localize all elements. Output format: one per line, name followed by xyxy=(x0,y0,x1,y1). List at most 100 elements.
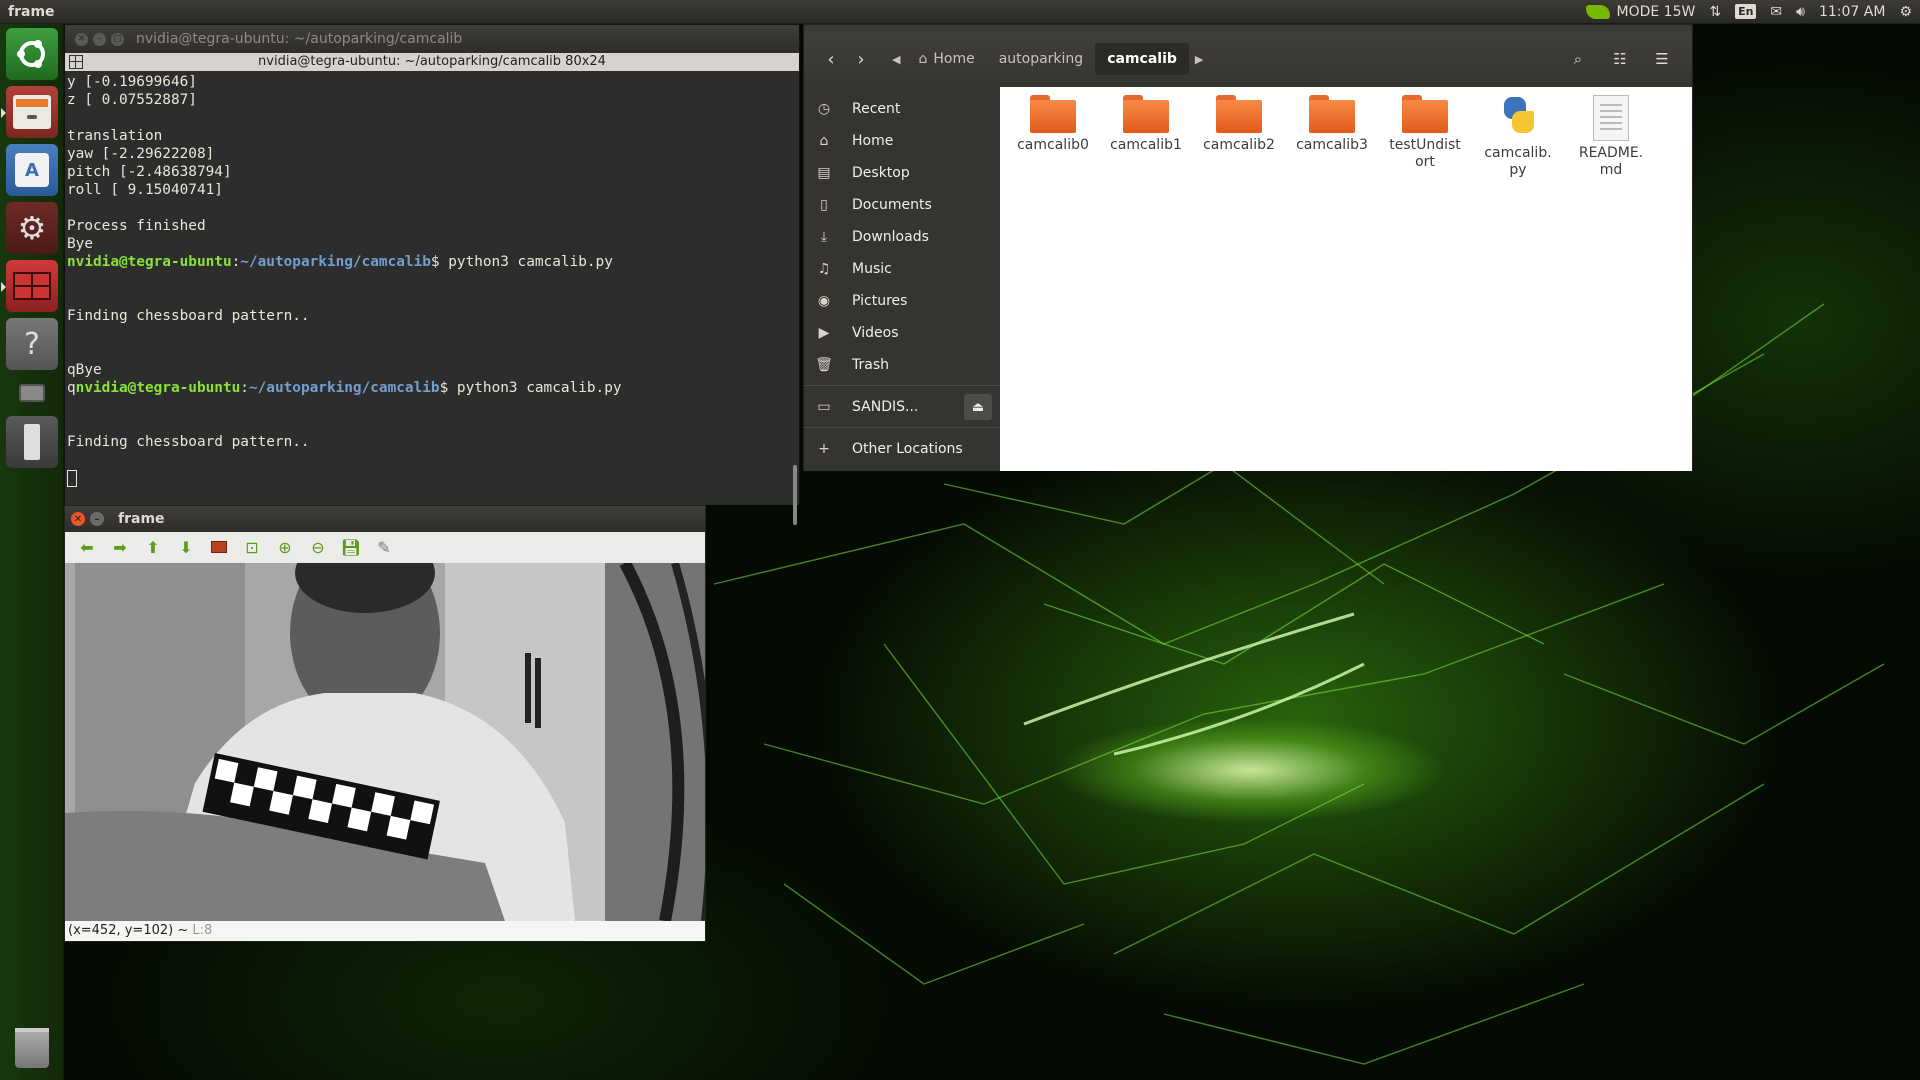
maximize-icon[interactable]: □ xyxy=(111,32,124,46)
camera-scene xyxy=(65,563,705,921)
terminal-line: qnvidia@tegra-ubuntu:~/autoparking/camca… xyxy=(67,379,797,397)
clock[interactable]: 11:07 AM xyxy=(1819,0,1885,24)
workspace-switcher-icon[interactable] xyxy=(1,260,58,312)
ubuntu-dash-icon[interactable] xyxy=(6,28,58,80)
keyboard-language-indicator[interactable]: En xyxy=(1735,0,1757,24)
power-mode-indicator[interactable]: MODE 15W xyxy=(1586,0,1695,24)
software-center-icon[interactable]: A xyxy=(6,144,58,196)
help-icon[interactable]: ? xyxy=(6,318,58,370)
file-item[interactable]: camcalib2 xyxy=(1194,95,1284,154)
terminal-output[interactable]: y [-0.19699646] z [ 0.07552887] translatio… xyxy=(65,71,799,505)
picture-icon[interactable] xyxy=(207,535,231,559)
file-item[interactable]: camcalib3 xyxy=(1287,95,1377,154)
camera-icon[interactable] xyxy=(6,376,58,410)
trash-icon[interactable] xyxy=(6,1022,58,1074)
save-icon[interactable]: 💾︎ xyxy=(339,535,363,559)
folder-icon xyxy=(1402,95,1448,133)
sidebar-item-recent[interactable]: ◷ Recent xyxy=(804,93,1000,125)
terminal-window[interactable]: ✕ – □ nvidia@tegra-ubuntu: ~/autoparking… xyxy=(64,24,800,525)
sidebar-item-pictures[interactable]: ◉ Pictures xyxy=(804,285,1000,317)
prompt-path: ~/autoparking/camcalib xyxy=(240,254,431,270)
sidebar-item-home[interactable]: ⌂ Home xyxy=(804,125,1000,157)
sidebar-item-sandis[interactable]: ▭ SANDIS... ⏏ xyxy=(804,391,1000,423)
usb-drive-icon[interactable] xyxy=(6,416,58,468)
frame-toolbar: ⬅ ➡ ⬆ ⬇ ⊡ ⊕ ⊖ 💾︎ ✎ xyxy=(65,532,705,562)
gear-icon[interactable]: ⚙ xyxy=(1899,0,1912,24)
close-icon[interactable]: ✕ xyxy=(75,32,88,46)
camera-preview-image[interactable] xyxy=(65,563,705,921)
breadcrumb-camcalib[interactable]: camcalib xyxy=(1095,43,1189,75)
terminal-tab-bar[interactable]: nvidia@tegra-ubuntu: ~/autoparking/camca… xyxy=(65,53,799,71)
zoom-in-icon[interactable]: ⊕ xyxy=(273,535,297,559)
document-icon: ▯ xyxy=(820,197,828,213)
terminal-line: y [-0.19699646] xyxy=(67,74,197,90)
file-item[interactable]: camcalib1 xyxy=(1101,95,1191,154)
sidebar-item-trash[interactable]: 🗑︎ Trash xyxy=(804,349,1000,381)
file-grid[interactable]: camcalib0 camcalib1 camcalib2 camcalib3 test… xyxy=(1000,87,1692,471)
sidebar-item-documents[interactable]: ▯ Documents xyxy=(804,189,1000,221)
power-mode-label: MODE 15W xyxy=(1616,3,1696,20)
zoom-out-icon[interactable]: ⊖ xyxy=(306,535,330,559)
sidebar-item-label: Downloads xyxy=(852,229,929,245)
desktop-icon: ▤ xyxy=(817,165,831,181)
system-settings-icon[interactable]: ⚙ xyxy=(6,202,58,254)
terminal-scrollbar[interactable] xyxy=(793,465,797,525)
close-icon[interactable]: ✕ xyxy=(71,512,85,526)
sidebar-item-downloads[interactable]: ⤓ Downloads xyxy=(804,221,1000,253)
sidebar-item-videos[interactable]: ▶ Videos xyxy=(804,317,1000,349)
terminal-cursor xyxy=(67,469,77,487)
terminal-titlebar[interactable]: ✕ – □ nvidia@tegra-ubuntu: ~/autoparking… xyxy=(65,25,799,53)
arrow-up-icon[interactable]: ⬆ xyxy=(141,535,165,559)
back-icon[interactable]: ‹ xyxy=(816,44,846,74)
home-icon: ⌂ xyxy=(918,51,928,67)
download-icon: ⤓ xyxy=(820,229,828,245)
file-name: camcalib1 xyxy=(1110,137,1182,153)
sidebar-item-label: Desktop xyxy=(852,165,910,181)
camera-frame-window[interactable]: ✕ – frame ⬅ ➡ ⬆ ⬇ ⊡ ⊕ ⊖ 💾︎ ✎ (x=452, y=1… xyxy=(64,505,706,942)
menu-icon[interactable]: ☰ xyxy=(1646,44,1678,74)
forward-icon[interactable]: › xyxy=(846,44,876,74)
arrow-right-icon[interactable]: ➡ xyxy=(108,535,132,559)
terminal-line: Finding chessboard pattern.. xyxy=(67,434,310,450)
arrow-down-icon[interactable]: ⬇ xyxy=(174,535,198,559)
view-toggle-icon[interactable]: ☷ xyxy=(1604,44,1636,74)
breadcrumb-right-arrow-icon[interactable]: ▶ xyxy=(1189,53,1209,66)
language-label: En xyxy=(1735,4,1757,19)
sidebar-item-music[interactable]: ♫ Music xyxy=(804,253,1000,285)
frame-titlebar[interactable]: ✕ – frame xyxy=(65,506,705,532)
files-icon[interactable] xyxy=(1,86,58,138)
clock-icon: ◷ xyxy=(817,101,831,117)
sidebar-item-desktop[interactable]: ▤ Desktop xyxy=(804,157,1000,189)
terminal-command: python3 camcalib.py xyxy=(448,380,622,396)
minimize-icon[interactable]: – xyxy=(90,512,104,526)
network-icon[interactable]: ⇅ xyxy=(1709,0,1721,24)
search-icon[interactable]: ⌕ xyxy=(1562,44,1594,74)
cursor-coordinates: (x=452, y=102) ~ xyxy=(68,923,189,938)
active-app-title: frame xyxy=(8,3,55,20)
mail-icon[interactable]: ✉ xyxy=(1770,0,1782,24)
prompt-separator: : xyxy=(231,254,241,270)
tab-menu-icon[interactable] xyxy=(69,55,83,69)
breadcrumb-left-arrow-icon[interactable]: ◀ xyxy=(886,53,906,66)
arrow-left-icon[interactable]: ⬅ xyxy=(75,535,99,559)
file-item[interactable]: README. md xyxy=(1566,95,1656,179)
sidebar-item-other-locations[interactable]: + Other Locations xyxy=(804,433,1000,465)
volume-icon[interactable]: 🔊︎ xyxy=(1796,0,1805,24)
file-manager-sidebar: ◷ Recent ⌂ Home ▤ Desktop ▯ Documents ⤓ Downloads… xyxy=(804,87,1000,471)
properties-icon[interactable]: ✎ xyxy=(372,535,396,559)
minimize-icon[interactable]: – xyxy=(93,32,106,46)
breadcrumb-home[interactable]: ⌂ Home xyxy=(906,43,986,75)
breadcrumb-autoparking[interactable]: autoparking xyxy=(987,43,1096,75)
top-panel: frame MODE 15W ⇅ En ✉ 🔊︎ 11:07 AM ⚙ xyxy=(0,0,1920,24)
file-item[interactable]: testUndist ort xyxy=(1380,95,1470,171)
file-manager-window[interactable]: ‹ › ◀ ⌂ Home autoparking camcalib ▶ ⌕ ☷ ☰… xyxy=(803,24,1693,471)
file-item[interactable]: camcalib. py xyxy=(1473,95,1563,179)
file-name: camcalib2 xyxy=(1203,137,1275,153)
eject-icon[interactable]: ⏏ xyxy=(964,394,992,420)
zoom-fit-icon[interactable]: ⊡ xyxy=(240,535,264,559)
camera-icon: ◉ xyxy=(817,293,831,309)
file-item[interactable]: camcalib0 xyxy=(1008,95,1098,154)
